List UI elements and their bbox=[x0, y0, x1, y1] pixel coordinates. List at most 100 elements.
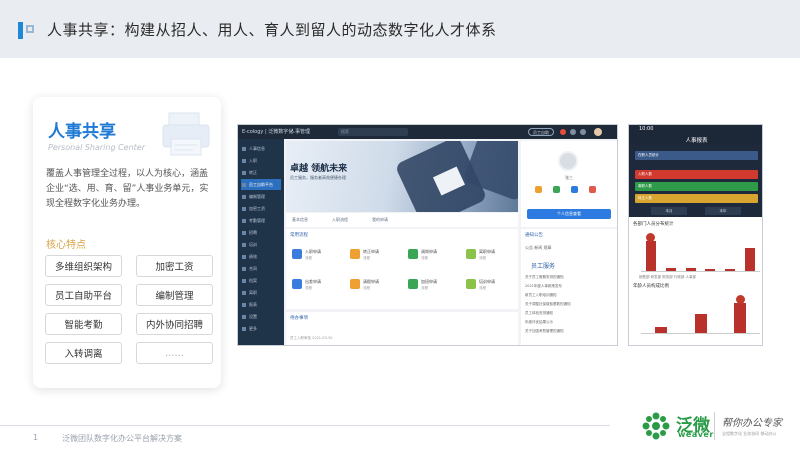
tile-sub: 流程 bbox=[363, 256, 370, 260]
feature-item[interactable]: 智能考勤 bbox=[45, 313, 122, 335]
features-label: 核心特点 bbox=[46, 240, 86, 251]
workflow-tile[interactable]: 离职申请 流程 bbox=[462, 243, 514, 267]
header-accent-bar bbox=[18, 22, 23, 39]
workflow-tile[interactable]: 培训申请 流程 bbox=[462, 273, 514, 297]
notification-icon[interactable] bbox=[560, 129, 566, 135]
message-icon[interactable] bbox=[570, 129, 576, 135]
workflow-tile[interactable]: 出差申请 流程 bbox=[288, 273, 340, 297]
feature-item-more[interactable]: …… bbox=[136, 342, 213, 364]
chart-bar bbox=[685, 267, 696, 271]
workflow-tile[interactable]: 加班申请 流程 bbox=[404, 273, 456, 297]
workflow-tile[interactable]: 转正申请 流程 bbox=[346, 243, 398, 267]
sidebar-item[interactable]: 加密工资 bbox=[241, 203, 281, 214]
workflow-tile[interactable]: 入职申请 流程 bbox=[288, 243, 340, 267]
sidebar-item[interactable]: 设置 bbox=[241, 311, 281, 322]
mobile-button[interactable]: 本年 bbox=[705, 207, 741, 215]
shortcut-icon[interactable] bbox=[589, 186, 596, 193]
workflow-tile[interactable]: 请假申请 流程 bbox=[346, 273, 398, 297]
sidebar-item[interactable]: 报表 bbox=[241, 299, 281, 310]
desktop-tabs: 基本信息 入职流程 我的申请 bbox=[286, 213, 518, 227]
tile-label: 加班申请 bbox=[421, 279, 437, 284]
tile-label: 离职申请 bbox=[479, 249, 495, 254]
sidebar-item[interactable]: 离职 bbox=[241, 287, 281, 298]
sidebar-item[interactable]: 招聘 bbox=[241, 227, 281, 238]
tab-item[interactable]: 我的申请 bbox=[372, 217, 388, 223]
brand-slogan-small: 全程数字化 业务协同 移动办公 bbox=[722, 431, 777, 436]
workflow-icon bbox=[350, 249, 360, 259]
summary-bar[interactable]: 入职人数 bbox=[635, 170, 758, 179]
desktop-sidebar: 人事信息 入职 转正 员工自助平台 编制管理 加密工资 考勤管理 招聘 培训 绩… bbox=[238, 139, 284, 345]
chart-foot: 销售部 研发部 财务部 行政部 人事部 bbox=[639, 275, 696, 279]
feature-item[interactable]: 员工自助平台 bbox=[45, 284, 122, 306]
summary-bar[interactable]: 转正人数 bbox=[635, 194, 758, 203]
chart-title: 年龄人员构成比例 bbox=[633, 284, 669, 289]
sidebar-item[interactable]: 编制管理 bbox=[241, 191, 281, 202]
tile-sub: 流程 bbox=[305, 256, 312, 260]
workflow-icon bbox=[408, 279, 418, 289]
sidebar-item[interactable]: 入职 bbox=[241, 155, 281, 166]
sidebar-item-active[interactable]: 员工自助平台 bbox=[241, 179, 281, 190]
todo-line[interactable]: 员工入职审批 2021-03-30 bbox=[290, 336, 332, 341]
feature-item[interactable]: 多维组织架构 bbox=[45, 255, 122, 277]
chart-bar bbox=[734, 303, 747, 333]
chart-axis bbox=[641, 271, 760, 272]
sidebar-item[interactable]: 人事信息 bbox=[241, 143, 281, 154]
shortcut-icon[interactable] bbox=[535, 186, 542, 193]
sidebar-item[interactable]: 转正 bbox=[241, 167, 281, 178]
summary-bar[interactable]: 在职人员统计 bbox=[635, 151, 758, 160]
settings-icon[interactable] bbox=[580, 129, 586, 135]
feature-item[interactable]: 入转调离 bbox=[45, 342, 122, 364]
sidebar-item[interactable]: 合同 bbox=[241, 263, 281, 274]
chart-marker bbox=[735, 295, 745, 304]
sidebar-item[interactable]: 更多 bbox=[241, 323, 281, 334]
chart-bar bbox=[665, 268, 676, 271]
sidebar-item[interactable]: 档案 bbox=[241, 275, 281, 286]
notice-row[interactable]: 关于员工假期安排的通知 bbox=[525, 275, 613, 280]
card-subtitle: Personal Sharing Center bbox=[48, 143, 146, 152]
mobile-button[interactable]: 本月 bbox=[651, 207, 687, 215]
profile-icons bbox=[533, 186, 605, 196]
notice-row[interactable]: 新员工入职培训通知 bbox=[525, 293, 613, 298]
sidebar-item[interactable]: 考勤管理 bbox=[241, 215, 281, 226]
page-title: 人事共享：构建从招人、用人、育人到留人的动态数字化人才体系 bbox=[47, 21, 497, 39]
desktop-search-input[interactable]: 搜索 bbox=[338, 128, 408, 136]
profile-button[interactable]: 个人信息查看 bbox=[527, 209, 611, 219]
desktop-nav-item[interactable]: 人事管理 bbox=[290, 128, 310, 135]
tab-item[interactable]: 入职流程 bbox=[332, 217, 348, 223]
notice-row[interactable]: 关于加强考勤管理的通知 bbox=[525, 329, 613, 334]
shortcut-icon[interactable] bbox=[571, 186, 578, 193]
tile-label: 入职申请 bbox=[305, 249, 321, 254]
brand-name-en: weaver bbox=[678, 430, 714, 439]
banner-title: 卓越 领航未来 bbox=[290, 164, 348, 174]
desktop-screenshot: E-cology | 泛微数字化 人事管理 搜索 员工自助 人事信息 入职 转正… bbox=[237, 124, 618, 346]
todo-panel: 待办事项 员工入职审批 2021-03-30 bbox=[286, 312, 518, 345]
brand-divider bbox=[714, 412, 715, 440]
workflow-tile[interactable]: 调岗申请 流程 bbox=[404, 243, 456, 267]
feature-card: 人事共享 Personal Sharing Center 覆盖人事管理全过程，以… bbox=[33, 97, 221, 388]
chart-title: 各部门人员分布统计 bbox=[633, 222, 674, 227]
notice-tabs[interactable]: 公告 新闻 规章 bbox=[525, 245, 552, 251]
shortcut-icon[interactable] bbox=[553, 186, 560, 193]
notice-row[interactable]: 关于调整社保缴费基数的通知 bbox=[525, 302, 613, 307]
notice-row[interactable]: 员工体检安排通知 bbox=[525, 311, 613, 316]
notice-panel: 通知公告 公告 新闻 规章 员工服务 关于员工假期安排的通知 2021年度人事政… bbox=[521, 229, 617, 345]
panel-title: 待办事项 bbox=[290, 316, 308, 321]
summary-bar[interactable]: 离职人数 bbox=[635, 182, 758, 191]
desktop-top-button[interactable]: 员工自助 bbox=[528, 128, 554, 136]
banner-subtitle: 员工服务，服务者高效便捷办理 bbox=[290, 175, 346, 180]
sidebar-item[interactable]: 培训 bbox=[241, 239, 281, 250]
feature-item[interactable]: 加密工资 bbox=[136, 255, 213, 277]
mobile-summary: 在职人员统计 入职人数 离职人数 转正人数 本月 本年 bbox=[629, 145, 762, 217]
sidebar-item[interactable]: 绩效 bbox=[241, 251, 281, 262]
tile-label: 转正申请 bbox=[363, 249, 379, 254]
chart-bar bbox=[745, 247, 756, 271]
workflow-icon bbox=[408, 249, 418, 259]
notice-row[interactable]: 2021年度人事政策发布 bbox=[525, 284, 613, 289]
feature-item[interactable]: 内外协同招聘 bbox=[136, 313, 213, 335]
notice-row[interactable]: 年度评优结果公示 bbox=[525, 320, 613, 325]
feature-item[interactable]: 编制管理 bbox=[136, 284, 213, 306]
mobile-title: 人事报表 bbox=[685, 138, 708, 144]
tab-item[interactable]: 基本信息 bbox=[292, 217, 308, 223]
avatar[interactable] bbox=[594, 128, 602, 136]
mobile-header: 人事报表 bbox=[629, 134, 762, 145]
